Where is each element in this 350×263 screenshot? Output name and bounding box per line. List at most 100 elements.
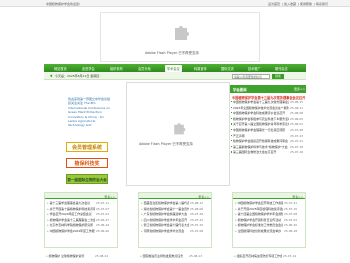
news-item-date: 25-08-05 xyxy=(290,116,304,121)
nav-members[interactable]: 会员天地 xyxy=(138,66,151,71)
section-item-date: 25-07-01 xyxy=(284,217,298,222)
news-item-date: 25-07-16 xyxy=(290,150,304,155)
nav-science-popularization[interactable]: 科普宣传 xyxy=(194,66,207,71)
item-date: 25-07-14 xyxy=(283,254,297,258)
bullet-icon xyxy=(230,145,232,147)
section-item[interactable]: • 河南省植物保护学会学术交流会 25-07-08 xyxy=(141,229,211,235)
bullet-icon xyxy=(230,112,232,114)
section-item-title: • 中国植物保护学会召开科技工作者座谈会 xyxy=(235,201,283,205)
section-item-title: • 中国植物保护学会2024年度工作报告 xyxy=(47,229,95,233)
nav-about[interactable]: 走进学会 xyxy=(82,66,95,71)
section-item-date: 25-06-24 xyxy=(96,223,110,228)
conference-intro-text[interactable]: 欢迎来到第一界团立中华会议组织关注关注 The 8th Internationa… xyxy=(68,97,112,128)
news-item-title: 严正声明 xyxy=(233,133,245,138)
news-item-title: 中国植物保护学会科技成果评价会议召开 xyxy=(233,111,286,116)
news-item-date: 25-08-08 xyxy=(290,111,304,116)
section-item-title: • 学会召开2024年度工作总结会议 xyxy=(47,212,92,217)
section-item[interactable]: • 中国植物保护学会2024年度工作报告 25-06-20 xyxy=(47,229,117,235)
section-item-date: 25-08-12 xyxy=(190,201,204,205)
contact-link[interactable]: 联系我们 xyxy=(316,2,328,6)
nav-home[interactable]: 网站首页 xyxy=(54,66,67,71)
top-links: 设为首页 | 加入收藏 | 使用帮助 | 联系我们 xyxy=(268,2,328,6)
news-item-date: 25-07-21 xyxy=(290,139,304,144)
item-title: • 组织召开农林病虫害防控专项工作会议 xyxy=(234,254,282,258)
nav-organization[interactable]: 组织机构 xyxy=(110,66,123,71)
section-header: 更多>> xyxy=(233,193,305,199)
section-item-date: 25-07-15 xyxy=(190,223,204,228)
section-item-date: 25-07-07 xyxy=(96,206,110,211)
bullet-icon xyxy=(230,129,232,131)
section-right: 更多>> • 中国植物保护学会召开科技工作者座谈会25-07-21• 关于开展2… xyxy=(232,192,306,248)
top-bar: 中国植物保护学会欢迎您! 设为首页 | 加入收藏 | 使用帮助 | 联系我们 xyxy=(0,0,350,7)
bullet-icon xyxy=(230,123,232,125)
nav-conferences[interactable]: 学术会议 xyxy=(165,65,182,72)
news-item-date: 25-08-01 xyxy=(290,122,304,127)
section-left: 更多>> • 第十三届学会理事会第九次会议 25-07-11 • 关于开展第十届植物… xyxy=(44,192,118,248)
add-favorite-link[interactable]: 加入收藏 xyxy=(284,2,296,6)
section-more-link[interactable]: 更多>> xyxy=(292,195,303,199)
section-more-link[interactable]: 更多>> xyxy=(104,195,115,199)
section-header: 更多>> xyxy=(45,193,117,199)
news-item-date: 25-08-15 xyxy=(290,100,304,104)
bottom-left-item[interactable]: • 植物保护 全球植物保护资讯 25-08-24 xyxy=(46,254,116,260)
section-middle: 更多>> • 西藏自治区植物保护学会第八届代表大会25-08-12• 湖北省植物… xyxy=(138,192,212,248)
set-homepage-link[interactable]: 设为首页 xyxy=(268,2,280,6)
search-button[interactable]: 搜索 xyxy=(272,74,284,79)
section-item-title: • 河南省植物保护学会学术交流会 xyxy=(141,229,185,233)
section-item-date: 25-06-27 xyxy=(96,217,110,222)
nav-tech-promotion[interactable]: 技术推广 xyxy=(248,66,261,71)
news-more-link[interactable]: 更多>> xyxy=(294,87,305,91)
section-item-title: • 关于开展2025年度植保科技奖评选的通知 xyxy=(235,206,283,211)
plant-protection-award-button[interactable]: 植保科技奖 xyxy=(66,158,108,168)
help-link[interactable]: 使用帮助 xyxy=(300,2,312,6)
section-item-date: 25-07-11 xyxy=(96,201,110,205)
center-flash-notice: Adobe Flash Player 已不再受支持 xyxy=(139,142,193,146)
bottom-mid-item[interactable]: • 国家推进农业绿色发展重点任务 25-08-13 xyxy=(140,254,210,260)
section-item-date: 25-06-25 xyxy=(284,223,298,228)
section-item-date: 25-07-21 xyxy=(284,201,298,205)
section-item-title: • 四川省植物保护学会学术年会召开 xyxy=(141,217,187,222)
speaker-icon xyxy=(50,74,53,78)
section-item-date: 25-07-22 xyxy=(190,217,204,222)
section-header: 更多>> xyxy=(139,193,211,199)
header-flash-placeholder: Adobe Flash Player 已不再受支持 xyxy=(100,12,260,62)
member-system-button[interactable]: 会员管理系统 xyxy=(66,142,108,152)
bullet-icon xyxy=(230,106,232,108)
section-item[interactable]: • 全国植保科技创新成果交流会举办 25-06-18 xyxy=(235,229,305,235)
section-item-date: 25-07-15 xyxy=(284,206,298,211)
news-item-date: 25-07-28 xyxy=(290,128,304,132)
section-item-title: • 西藏自治区植物保护学会第八届代表大会 xyxy=(141,201,189,205)
biocontrol-congress-banner[interactable]: 第一届国际生物防治大会 xyxy=(66,174,108,184)
section-item-title: • 第十三届学会理事会第九次会议 xyxy=(47,201,91,205)
news-item-title: 中国植物保护学会第十三届九次常务理事会议召开 xyxy=(233,100,289,104)
section-item-date: 25-07-29 xyxy=(190,212,204,217)
plugin-icon xyxy=(175,26,189,40)
current-date: 今天是：2025年8月21日 星期四 xyxy=(55,74,100,79)
plugin-icon xyxy=(174,123,186,135)
section-item-date: 25-07-08 xyxy=(284,212,298,217)
item-date: 25-08-13 xyxy=(189,254,203,258)
header-flash-notice: Adobe Flash Player 已不再受支持 xyxy=(145,51,199,55)
news-item-title: 第三届国际生物防治大会在京召开 xyxy=(233,150,277,155)
section-more-link[interactable]: 更多>> xyxy=(198,195,209,199)
section-item-date: 25-07-03 xyxy=(96,212,110,217)
news-item-title: 植物保护学会积极参与农业科技下乡服务活动 xyxy=(233,116,289,121)
news-item[interactable]: 第三届国际生物防治大会在京召开 25-07-16 xyxy=(230,150,308,156)
section-item-title: • 第十四届全国植物保护学术年会通知 xyxy=(235,212,283,217)
bullet-icon xyxy=(230,140,232,142)
nav-journals[interactable]: 期刊杂志 xyxy=(275,66,288,71)
news-item-date: 25-07-18 xyxy=(290,144,304,149)
section-item-date: 25-08-06 xyxy=(190,206,204,211)
section-item-date: 25-06-18 xyxy=(284,229,298,233)
search-input[interactable]: 请输入您需要找的信息 xyxy=(232,74,270,79)
nav-international[interactable]: 国际交流 xyxy=(221,66,234,71)
section-item-title: • 北京市农林科学院植物保护研究所 xyxy=(47,223,93,228)
bullet-icon xyxy=(230,134,232,136)
news-item-date: 25-08-11 xyxy=(290,105,304,110)
section-item-date: 25-07-08 xyxy=(190,229,204,233)
center-flash-placeholder: Adobe Flash Player 已不再受支持 xyxy=(126,82,230,186)
bullet-icon xyxy=(230,151,232,153)
section-item-title: • 浙江省植物保护学会第十届代表大会召开 xyxy=(141,223,189,228)
bottom-right-item[interactable]: • 组织召开农林病虫害防控专项工作会议 25-07-14 xyxy=(234,254,304,260)
section-item-title: • 植物保护学会第十三届理事会二次会议 xyxy=(47,217,95,222)
